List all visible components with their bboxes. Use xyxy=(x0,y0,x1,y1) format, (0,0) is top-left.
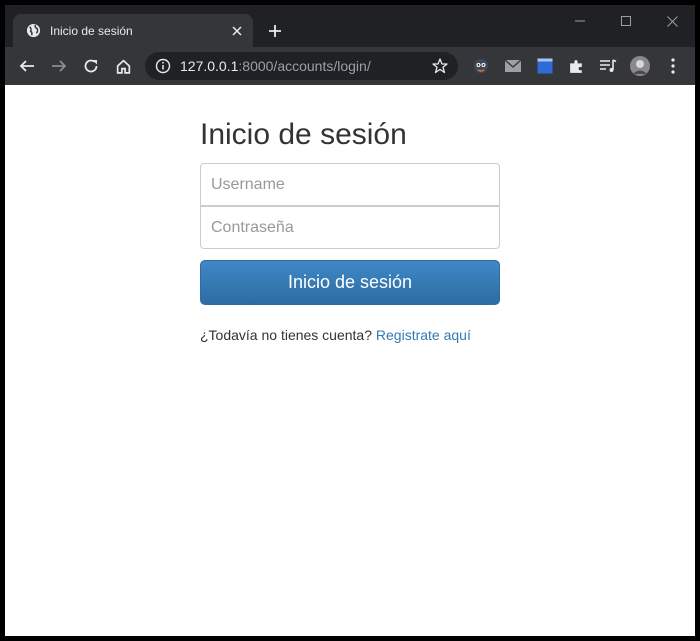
puzzle-icon[interactable] xyxy=(566,56,586,76)
info-icon[interactable] xyxy=(155,58,171,74)
forward-icon[interactable] xyxy=(47,54,71,78)
globe-icon xyxy=(26,23,41,38)
close-icon[interactable] xyxy=(649,5,695,37)
signup-link[interactable]: Registrate aquí xyxy=(376,327,471,343)
browser-toolbar: 127.0.0.1:8000/accounts/login/ xyxy=(5,47,695,85)
extension-icon[interactable] xyxy=(535,56,555,76)
password-field[interactable] xyxy=(200,206,500,249)
url-host: 127.0.0.1 xyxy=(180,58,239,74)
plus-icon[interactable] xyxy=(264,20,286,42)
star-icon[interactable] xyxy=(431,57,449,75)
maximize-icon[interactable] xyxy=(603,5,649,37)
tab-strip: Inicio de sesión xyxy=(5,5,695,47)
extension-icon[interactable] xyxy=(471,56,491,76)
url-path: :8000/accounts/login/ xyxy=(238,58,371,74)
browser-window: Inicio de sesión 127.0.0.1:8000/accounts… xyxy=(5,5,695,636)
username-field[interactable] xyxy=(200,163,500,206)
page-title: Inicio de sesión xyxy=(200,118,407,151)
avatar[interactable] xyxy=(630,56,650,76)
tab-title: Inicio de sesión xyxy=(50,23,133,38)
page-content: Inicio de sesión Inicio de sesión ¿Todav… xyxy=(5,85,695,636)
reload-icon[interactable] xyxy=(79,54,103,78)
home-icon[interactable] xyxy=(111,54,135,78)
minimize-icon[interactable] xyxy=(557,5,603,37)
url-text: 127.0.0.1:8000/accounts/login/ xyxy=(180,58,371,74)
back-icon[interactable] xyxy=(15,54,39,78)
signup-prompt-text: ¿Todavía no tienes cuenta? xyxy=(200,327,373,343)
menu-icon[interactable] xyxy=(663,56,683,76)
login-button[interactable]: Inicio de sesión xyxy=(200,260,500,305)
address-bar[interactable]: 127.0.0.1:8000/accounts/login/ xyxy=(145,52,458,80)
close-icon[interactable] xyxy=(227,21,247,41)
mail-icon[interactable] xyxy=(503,56,523,76)
browser-tab[interactable]: Inicio de sesión xyxy=(13,14,253,47)
signup-prompt: ¿Todavía no tienes cuenta? Registrate aq… xyxy=(200,327,471,343)
media-icon[interactable] xyxy=(598,56,618,76)
